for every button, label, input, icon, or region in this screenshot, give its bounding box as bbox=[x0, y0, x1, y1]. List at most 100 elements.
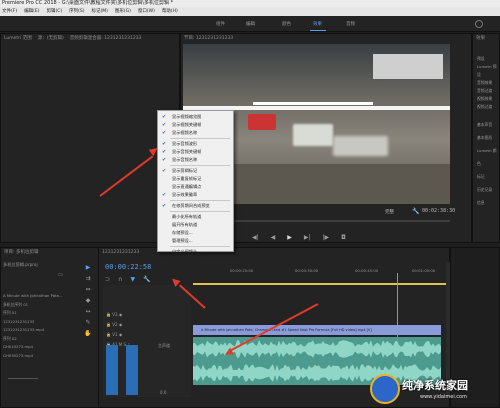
effects-panel-title[interactable]: 效果 bbox=[476, 34, 485, 44]
track-target-a[interactable] bbox=[126, 345, 138, 395]
timeline-display-settings-menu: ✔ 显示视频缩览图 ✔ 显示视频关键帧 ✔ 显示视频名称 ✔ 显示音频波形 ✔ 显示音频关键帧 ✔ 显… bbox=[157, 110, 235, 262]
play-icon[interactable]: ▶ bbox=[287, 234, 292, 241]
workspace-tab-color[interactable]: 颜色 bbox=[282, 21, 291, 27]
track-select-tool-icon[interactable]: ⇉ bbox=[82, 273, 94, 284]
context-menu-item[interactable]: ✔ 显示音频波形 bbox=[158, 140, 235, 148]
context-menu-item-label: 显示音频波形 bbox=[172, 141, 198, 146]
timeline-timecode[interactable]: 00:00:22:58 bbox=[105, 263, 151, 271]
zoom-select[interactable]: 完整 bbox=[385, 209, 394, 215]
workspace-tab-audio[interactable]: 音频 bbox=[346, 21, 355, 27]
step-forward-icon[interactable]: ▶| bbox=[304, 234, 311, 241]
track-target-v[interactable] bbox=[106, 345, 118, 395]
context-menu-item[interactable]: ✔ 显示音频关键帧 bbox=[158, 148, 235, 156]
timeline-tab[interactable]: 1231231231233 bbox=[102, 248, 139, 258]
camera-icon[interactable]: ◘ bbox=[341, 234, 346, 241]
context-menu-item[interactable]: 管理预设... bbox=[158, 237, 235, 245]
menu-item[interactable]: 帮助(H) bbox=[162, 7, 178, 16]
context-menu-item[interactable]: 最小化所有轨道 bbox=[158, 213, 235, 221]
step-back-icon[interactable]: ◀| bbox=[252, 234, 259, 241]
tab-source[interactable]: 源：(无剪辑) bbox=[38, 34, 64, 44]
track-controls: 🔒 V3 ◉ 🔒 V2 ◉ 🔒 V1 ◉ 🔒 A1 M S ♪ bbox=[106, 310, 130, 350]
menu-item[interactable]: 图形(G) bbox=[115, 7, 131, 16]
video-clip[interactable]: A Minute with Johnathan Pate, Champion a… bbox=[193, 325, 441, 335]
selection-tool-icon[interactable]: ▶ bbox=[82, 262, 94, 273]
context-menu-item[interactable]: ✔ 显示视频名称 bbox=[158, 129, 235, 137]
context-menu-item[interactable]: ✔ 显示视频缩览图 bbox=[158, 113, 235, 121]
folder-icon[interactable]: ▭ bbox=[58, 272, 63, 278]
menu-item[interactable]: 窗口(W) bbox=[138, 7, 155, 16]
menu-item[interactable]: 文件(F) bbox=[2, 7, 17, 16]
checkmark-icon: ✔ bbox=[162, 130, 167, 136]
tab-audio-mixer[interactable]: 音频剪辑混合器: 1231231231233 bbox=[70, 34, 142, 44]
context-menu-item-label: 显示重复帧标记 bbox=[172, 176, 202, 181]
wrench-icon[interactable]: 🔧 bbox=[412, 208, 419, 215]
context-menu-item[interactable]: ✔ 显示视频关键帧 bbox=[158, 121, 235, 129]
add-marker-icon[interactable]: ▼ bbox=[130, 276, 135, 283]
zoom-slider[interactable] bbox=[8, 378, 38, 379]
project-item[interactable]: GH010273.mp4 bbox=[3, 343, 97, 352]
lock-icon[interactable]: 🔒 bbox=[106, 312, 111, 317]
effects-folder[interactable]: 预设 bbox=[477, 55, 499, 63]
snap-icon[interactable]: ⊃ bbox=[105, 276, 110, 283]
context-menu-item-label: 显示视频缩览图 bbox=[172, 114, 202, 119]
context-menu-item-label: 显示直通编辑点 bbox=[172, 184, 202, 189]
context-menu-item-label: 显示音频名称 bbox=[172, 157, 198, 162]
menu-item[interactable]: 编辑(E) bbox=[24, 7, 39, 16]
tab-lumetri-scopes[interactable]: Lumetri 范围 bbox=[4, 34, 32, 44]
time-ruler[interactable] bbox=[193, 262, 446, 284]
effects-folder[interactable]: 视频效果 bbox=[477, 95, 499, 103]
razor-tool-icon[interactable]: ◆ bbox=[82, 295, 94, 306]
menu-item[interactable]: 剪辑(C) bbox=[46, 7, 62, 16]
project-panel-title[interactable]: 项目: 多机位剪辑 bbox=[4, 248, 38, 258]
context-menu-item[interactable]: ✔ 显示效果徽章 bbox=[158, 191, 235, 199]
lock-icon[interactable]: 🔒 bbox=[106, 332, 111, 337]
work-area-bar[interactable] bbox=[193, 283, 446, 285]
context-menu-item[interactable]: 展开所有轨道 bbox=[158, 221, 235, 229]
eye-icon[interactable]: ◉ bbox=[119, 332, 123, 337]
eye-icon[interactable]: ◉ bbox=[119, 312, 123, 317]
panel-tab[interactable]: Lumetri 颜色 bbox=[477, 144, 499, 170]
ripple-tool-icon[interactable]: ⇔ bbox=[82, 284, 94, 295]
menu-item[interactable]: 序列(S) bbox=[69, 7, 84, 16]
window-title: Premiere Pro CC 2018 - G:\桌面文件\教程文件夹\多机位… bbox=[0, 0, 500, 7]
checkmark-icon: ✔ bbox=[162, 168, 167, 174]
timeline-toolbar: ⊃ ∩ ▼ 🔧 bbox=[105, 276, 151, 283]
menu-separator bbox=[170, 138, 230, 139]
panel-tab[interactable]: 基本图形 bbox=[477, 131, 499, 144]
lock-icon[interactable]: 🔒 bbox=[106, 322, 111, 327]
linked-selection-icon[interactable]: ∩ bbox=[118, 276, 122, 283]
pen-tool-icon[interactable]: ✎ bbox=[82, 317, 94, 328]
context-menu-item[interactable]: 自定义音频头... bbox=[158, 256, 235, 264]
panel-tab[interactable]: 标记 bbox=[477, 170, 499, 183]
panel-tab[interactable]: 基本声音 bbox=[477, 118, 499, 131]
context-menu-item[interactable]: ✔ 显示剪辑标记 bbox=[158, 167, 235, 175]
ruler-label: 00:00:15:00 bbox=[230, 268, 254, 273]
effects-sub-panels: 基本声音 基本图形 Lumetri 颜色 标记 历史记录 信息 bbox=[477, 118, 499, 209]
effects-folder[interactable]: Lumetri 预设 bbox=[477, 63, 499, 79]
workspace-tab-assembly[interactable]: 组件 bbox=[216, 21, 225, 27]
context-menu-item[interactable]: ✔ 显示音频名称 bbox=[158, 156, 235, 164]
effects-folder[interactable]: 视频过渡 bbox=[477, 103, 499, 111]
context-menu-item[interactable]: ✔ 在修剪期间合成预览 bbox=[158, 202, 235, 210]
project-item[interactable]: GH030273.mp4 bbox=[3, 352, 97, 361]
effects-folder[interactable]: 音频效果 bbox=[477, 79, 499, 87]
context-menu-item[interactable]: 自定义视频头... bbox=[158, 248, 235, 256]
workspace-tab-editing[interactable]: 编辑 bbox=[246, 21, 255, 27]
wrench-icon[interactable]: 🔧 bbox=[143, 276, 150, 283]
context-menu-item[interactable]: 存储预设... bbox=[158, 229, 235, 237]
slip-tool-icon[interactable]: ↔ bbox=[82, 306, 94, 317]
panel-tab[interactable]: 信息 bbox=[477, 196, 499, 209]
panel-tab[interactable]: 历史记录 bbox=[477, 183, 499, 196]
context-menu-item[interactable]: 显示直通编辑点 bbox=[158, 183, 235, 191]
program-monitor-title[interactable]: 节目: 1231231231233 bbox=[184, 34, 233, 44]
workspace-tab-effects[interactable]: 效果 bbox=[313, 21, 322, 27]
effects-folder[interactable]: 音频过渡 bbox=[477, 87, 499, 95]
forward-icon[interactable]: |▶ bbox=[323, 234, 330, 241]
rewind-icon[interactable]: ◀ bbox=[271, 234, 276, 241]
search-icon[interactable] bbox=[475, 20, 483, 28]
context-menu-item[interactable]: 显示重复帧标记 bbox=[158, 175, 235, 183]
hand-tool-icon[interactable]: ✋ bbox=[82, 328, 94, 339]
menu-separator bbox=[170, 165, 230, 166]
menu-item[interactable]: 标记(M) bbox=[92, 7, 108, 16]
eye-icon[interactable]: ◉ bbox=[119, 322, 123, 327]
